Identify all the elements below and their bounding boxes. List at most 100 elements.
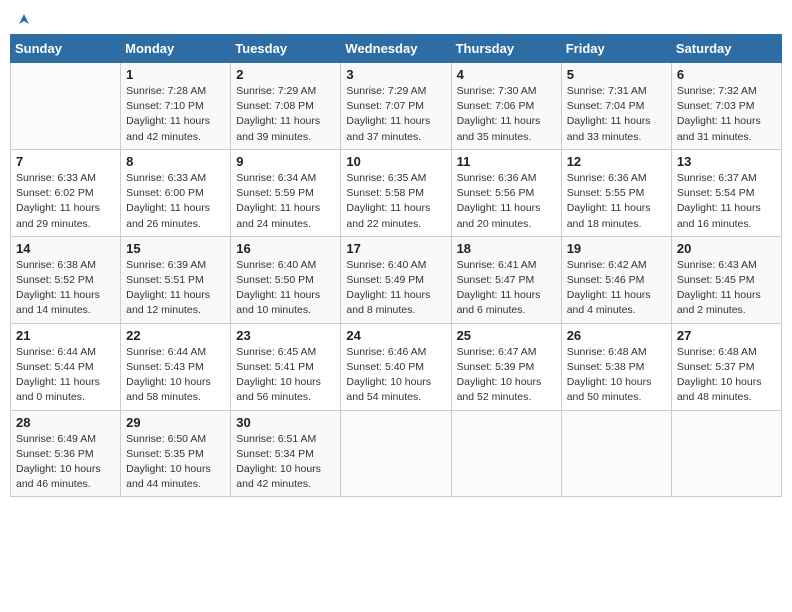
page-header [10,10,782,26]
calendar-cell: 1Sunrise: 7:28 AMSunset: 7:10 PMDaylight… [121,63,231,150]
calendar-cell: 19 Sunrise: 6:42 AMSunset: 5:46 PMDayligh… [561,236,671,323]
logo [14,10,33,26]
day-number: 9 [236,154,335,169]
calendar-cell [671,410,781,497]
day-info: Sunrise: 6:33 AMSunset: 6:02 PMDaylight:… [16,171,115,232]
calendar-week-2: 7 Sunrise: 6:33 AMSunset: 6:02 PMDaylight… [11,149,782,236]
day-number: 29 [126,415,225,430]
day-info: Sunrise: 6:36 AMSunset: 5:56 PMDaylight:… [457,171,556,232]
day-number: 17 [346,241,445,256]
day-number: 13 [677,154,776,169]
day-info: Sunrise: 6:44 AMSunset: 5:43 PMDaylight:… [126,345,225,406]
calendar-cell: 5 Sunrise: 7:31 AMSunset: 7:04 PMDaylight… [561,63,671,150]
calendar-cell: 28 Sunrise: 6:49 AMSunset: 5:36 PMDayligh… [11,410,121,497]
logo-bird-icon [15,10,33,28]
day-info: Sunrise: 6:34 AMSunset: 5:59 PMDaylight:… [236,171,335,232]
day-info: Sunrise: 6:50 AMSunset: 5:35 PMDaylight:… [126,432,225,493]
day-info: Sunrise: 6:39 AMSunset: 5:51 PMDaylight:… [126,258,225,319]
day-info: Sunrise: 6:49 AMSunset: 5:36 PMDaylight:… [16,432,115,493]
calendar-cell: 2 Sunrise: 7:29 AMSunset: 7:08 PMDaylight… [231,63,341,150]
day-number: 6 [677,67,776,82]
day-info: Sunrise: 7:30 AMSunset: 7:06 PMDaylight:… [457,84,556,145]
day-number: 19 [567,241,666,256]
calendar-week-5: 28 Sunrise: 6:49 AMSunset: 5:36 PMDayligh… [11,410,782,497]
day-info: Sunrise: 6:44 AMSunset: 5:44 PMDaylight:… [16,345,115,406]
calendar-cell: 21 Sunrise: 6:44 AMSunset: 5:44 PMDayligh… [11,323,121,410]
day-number: 26 [567,328,666,343]
column-header-sunday: Sunday [11,35,121,63]
day-number: 15 [126,241,225,256]
day-number: 20 [677,241,776,256]
calendar-cell: 4 Sunrise: 7:30 AMSunset: 7:06 PMDaylight… [451,63,561,150]
day-number: 10 [346,154,445,169]
day-info: Sunrise: 6:40 AMSunset: 5:49 PMDaylight:… [346,258,445,319]
day-number: 23 [236,328,335,343]
day-number: 24 [346,328,445,343]
calendar-cell: 3Sunrise: 7:29 AMSunset: 7:07 PMDaylight… [341,63,451,150]
calendar-cell: 22Sunrise: 6:44 AMSunset: 5:43 PMDayligh… [121,323,231,410]
calendar-cell: 27 Sunrise: 6:48 AMSunset: 5:37 PMDayligh… [671,323,781,410]
day-number: 28 [16,415,115,430]
calendar-cell: 11 Sunrise: 6:36 AMSunset: 5:56 PMDayligh… [451,149,561,236]
calendar-cell: 7 Sunrise: 6:33 AMSunset: 6:02 PMDaylight… [11,149,121,236]
day-info: Sunrise: 6:37 AMSunset: 5:54 PMDaylight:… [677,171,776,232]
calendar-cell: 9 Sunrise: 6:34 AMSunset: 5:59 PMDaylight… [231,149,341,236]
day-number: 11 [457,154,556,169]
column-header-tuesday: Tuesday [231,35,341,63]
day-number: 2 [236,67,335,82]
day-info: Sunrise: 7:32 AMSunset: 7:03 PMDaylight:… [677,84,776,145]
day-info: Sunrise: 6:41 AMSunset: 5:47 PMDaylight:… [457,258,556,319]
column-header-saturday: Saturday [671,35,781,63]
calendar-cell: 15 Sunrise: 6:39 AMSunset: 5:51 PMDayligh… [121,236,231,323]
day-info: Sunrise: 6:43 AMSunset: 5:45 PMDaylight:… [677,258,776,319]
calendar-cell [561,410,671,497]
day-info: Sunrise: 7:29 AMSunset: 7:08 PMDaylight:… [236,84,335,145]
day-number: 3 [346,67,445,82]
logo-line1 [14,10,33,30]
day-info: Sunrise: 7:28 AMSunset: 7:10 PMDaylight:… [126,84,225,145]
day-number: 14 [16,241,115,256]
calendar-cell [451,410,561,497]
calendar-week-3: 14 Sunrise: 6:38 AMSunset: 5:52 PMDayligh… [11,236,782,323]
calendar-cell: 13 Sunrise: 6:37 AMSunset: 5:54 PMDayligh… [671,149,781,236]
calendar-cell: 26 Sunrise: 6:48 AMSunset: 5:38 PMDayligh… [561,323,671,410]
day-number: 12 [567,154,666,169]
day-info: Sunrise: 6:38 AMSunset: 5:52 PMDaylight:… [16,258,115,319]
day-number: 25 [457,328,556,343]
day-info: Sunrise: 6:35 AMSunset: 5:58 PMDaylight:… [346,171,445,232]
calendar-cell: 17 Sunrise: 6:40 AMSunset: 5:49 PMDayligh… [341,236,451,323]
day-info: Sunrise: 6:46 AMSunset: 5:40 PMDaylight:… [346,345,445,406]
day-info: Sunrise: 6:40 AMSunset: 5:50 PMDaylight:… [236,258,335,319]
day-info: Sunrise: 6:42 AMSunset: 5:46 PMDaylight:… [567,258,666,319]
day-number: 27 [677,328,776,343]
day-number: 7 [16,154,115,169]
day-number: 18 [457,241,556,256]
day-info: Sunrise: 7:31 AMSunset: 7:04 PMDaylight:… [567,84,666,145]
day-info: Sunrise: 6:33 AMSunset: 6:00 PMDaylight:… [126,171,225,232]
column-header-monday: Monday [121,35,231,63]
column-header-friday: Friday [561,35,671,63]
calendar-cell: 8Sunrise: 6:33 AMSunset: 6:00 PMDaylight… [121,149,231,236]
calendar-cell: 29 Sunrise: 6:50 AMSunset: 5:35 PMDayligh… [121,410,231,497]
column-header-thursday: Thursday [451,35,561,63]
calendar-cell: 18 Sunrise: 6:41 AMSunset: 5:47 PMDayligh… [451,236,561,323]
column-header-wednesday: Wednesday [341,35,451,63]
day-info: Sunrise: 6:48 AMSunset: 5:38 PMDaylight:… [567,345,666,406]
calendar-cell [11,63,121,150]
day-number: 21 [16,328,115,343]
calendar-cell: 25 Sunrise: 6:47 AMSunset: 5:39 PMDayligh… [451,323,561,410]
day-info: Sunrise: 6:48 AMSunset: 5:37 PMDaylight:… [677,345,776,406]
calendar-cell [341,410,451,497]
day-info: Sunrise: 6:45 AMSunset: 5:41 PMDaylight:… [236,345,335,406]
calendar-header-row: SundayMondayTuesdayWednesdayThursdayFrid… [11,35,782,63]
calendar-cell: 6 Sunrise: 7:32 AMSunset: 7:03 PMDaylight… [671,63,781,150]
day-info: Sunrise: 6:36 AMSunset: 5:55 PMDaylight:… [567,171,666,232]
day-info: Sunrise: 6:47 AMSunset: 5:39 PMDaylight:… [457,345,556,406]
calendar-cell: 23 Sunrise: 6:45 AMSunset: 5:41 PMDayligh… [231,323,341,410]
calendar-week-4: 21 Sunrise: 6:44 AMSunset: 5:44 PMDayligh… [11,323,782,410]
calendar-table: SundayMondayTuesdayWednesdayThursdayFrid… [10,34,782,497]
day-number: 4 [457,67,556,82]
day-number: 5 [567,67,666,82]
calendar-cell: 24 Sunrise: 6:46 AMSunset: 5:40 PMDayligh… [341,323,451,410]
day-number: 30 [236,415,335,430]
